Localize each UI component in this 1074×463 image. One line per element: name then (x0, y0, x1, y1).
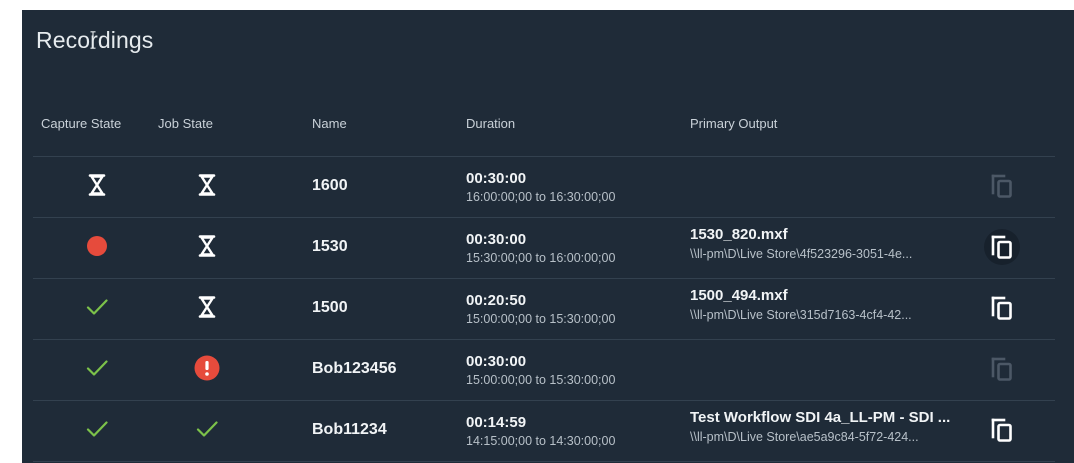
table-header: Capture State Job State Name Duration Pr… (22, 111, 1055, 157)
recording-name: Bob11234 (312, 421, 387, 438)
recording-name: Bob123456 (312, 360, 397, 377)
copy-path-button[interactable] (984, 290, 1020, 326)
text-cursor-icon (90, 31, 96, 49)
copy-icon (990, 417, 1014, 443)
column-header-primary-output[interactable]: Primary Output (690, 116, 777, 131)
table-row[interactable]: 1600 00:30:00 16:00:00;00 to 16:30:00;00 (33, 156, 1055, 217)
copy-path-button[interactable] (984, 168, 1020, 204)
recording-duration: 00:14:59 (466, 414, 527, 431)
table-row[interactable]: Bob123456 00:30:00 15:00:00;00 to 15:30:00… (33, 339, 1055, 400)
recording-time-range: 16:00:00;00 to 16:30:00;00 (466, 190, 616, 204)
pending-hourglass-icon (83, 171, 111, 199)
primary-output-filename: 1500_494.mxf (690, 287, 788, 304)
pending-hourglass-icon (193, 171, 221, 199)
recording-duration: 00:20:50 (466, 292, 527, 309)
column-header-capture-state[interactable]: Capture State (41, 116, 121, 131)
checkmark-icon (83, 415, 111, 443)
recordings-panel: Recordings Capture State Job State Name … (22, 10, 1074, 463)
recording-duration: 00:30:00 (466, 353, 527, 370)
recording-name: 1500 (312, 299, 348, 316)
checkmark-icon (193, 415, 221, 443)
pending-hourglass-icon (193, 232, 221, 260)
copy-path-button[interactable] (984, 229, 1020, 265)
recording-name: 1600 (312, 177, 348, 194)
checkmark-icon (83, 354, 111, 382)
column-header-duration[interactable]: Duration (466, 116, 515, 131)
table-row[interactable]: 1530 00:30:00 15:30:00;00 to 16:00:00;00 15… (33, 217, 1055, 278)
recording-duration: 00:30:00 (466, 231, 527, 248)
copy-icon (990, 173, 1014, 199)
primary-output-path: \\ll-pm\D\Live Store\ae5a9c84-5f72-424..… (690, 430, 919, 444)
column-header-job-state[interactable]: Job State (158, 116, 213, 131)
recording-dot-icon (83, 232, 111, 260)
primary-output-filename: 1530_820.mxf (690, 226, 788, 243)
copy-path-button[interactable] (984, 351, 1020, 387)
primary-output-path: \\ll-pm\D\Live Store\315d7163-4cf4-42... (690, 308, 912, 322)
recording-time-range: 14:15:00;00 to 14:30:00;00 (466, 434, 616, 448)
error-icon (193, 354, 221, 382)
recording-time-range: 15:30:00;00 to 16:00:00;00 (466, 251, 616, 265)
table-row[interactable]: 1500 00:20:50 15:00:00;00 to 15:30:00;00 15… (33, 278, 1055, 339)
column-header-name[interactable]: Name (312, 116, 347, 131)
checkmark-icon (83, 293, 111, 321)
copy-icon (990, 295, 1014, 321)
copy-icon (990, 356, 1014, 382)
copy-icon (990, 234, 1014, 260)
copy-path-button[interactable] (984, 412, 1020, 448)
table-row[interactable]: Bob11234 00:14:59 14:15:00;00 to 14:30:00;… (33, 400, 1055, 462)
recording-name: 1530 (312, 238, 348, 255)
pending-hourglass-icon (193, 293, 221, 321)
recording-time-range: 15:00:00;00 to 15:30:00;00 (466, 312, 616, 326)
recording-duration: 00:30:00 (466, 170, 527, 187)
primary-output-filename: Test Workflow SDI 4a_LL-PM - SDI ... (690, 409, 951, 426)
recording-time-range: 15:00:00;00 to 15:30:00;00 (466, 373, 616, 387)
primary-output-path: \\ll-pm\D\Live Store\4f523296-3051-4e... (690, 247, 913, 261)
